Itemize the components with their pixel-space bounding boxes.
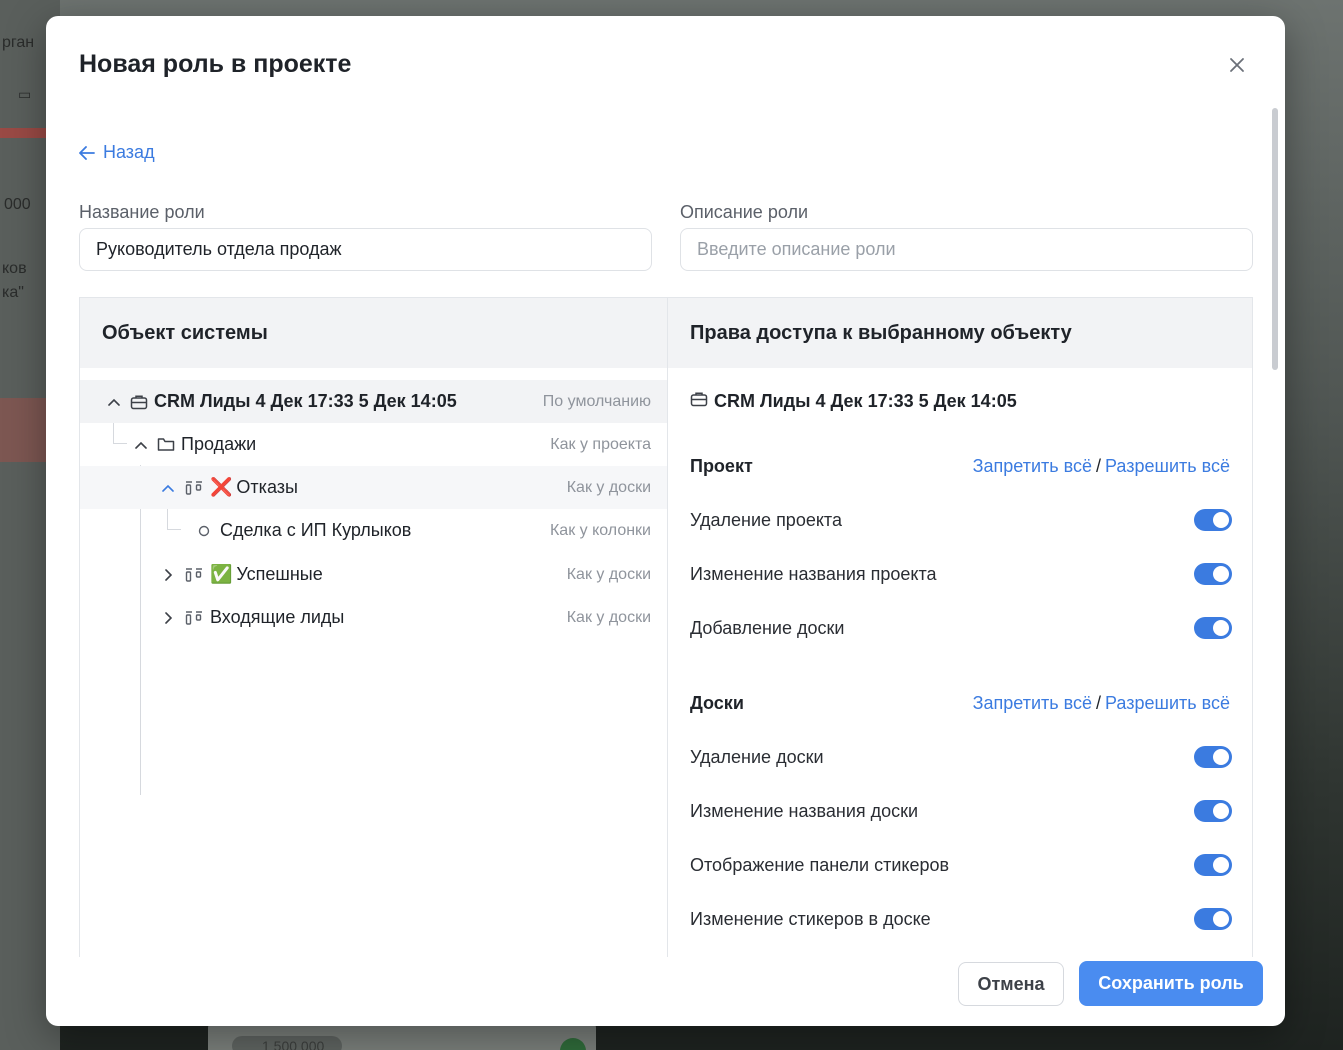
permission-row: Удаление проекта xyxy=(690,505,1232,535)
permission-row: Удаление доски xyxy=(690,742,1232,772)
actions-separator: / xyxy=(1096,693,1102,713)
permission-label: Изменение стикеров в доске xyxy=(690,908,931,929)
new-role-modal: Новая роль в проекте Назад Название роли… xyxy=(46,16,1285,1026)
tree-row-label: CRM Лиды 4 Дек 17:33 5 Дек 14:05 xyxy=(154,391,457,411)
role-description-input[interactable]: Введите описание роли xyxy=(680,228,1253,271)
board-icon xyxy=(184,610,204,626)
tree-row-label: Сделка с ИП Курлыков xyxy=(220,520,412,540)
briefcase-icon xyxy=(690,391,708,412)
cross-mark-icon: ❌ xyxy=(210,477,233,497)
section-actions-project: Запретить всё / Разрешить всё xyxy=(973,456,1230,477)
permission-label: Изменение названия доски xyxy=(690,800,919,821)
close-icon xyxy=(1230,58,1244,72)
permission-label: Изменение названия проекта xyxy=(690,563,937,584)
tree-row-board[interactable]: ✅ Успешные Как у доски xyxy=(80,553,667,596)
tree-row-tag: Как у колонки xyxy=(549,521,651,539)
chevron-up-icon[interactable] xyxy=(160,480,176,496)
arrow-left-icon xyxy=(79,145,95,160)
check-mark-icon: ✅ xyxy=(210,564,233,584)
allow-all-boards-link[interactable]: Разрешить всё xyxy=(1105,693,1230,713)
tree-row-label: Успешные xyxy=(236,564,323,584)
permission-row: Отображение панели стикеров xyxy=(690,850,1232,880)
modal-title: Новая роль в проекте xyxy=(79,50,352,78)
briefcase-icon xyxy=(130,394,148,410)
background-text: ка" xyxy=(2,284,24,301)
board-icon xyxy=(184,567,204,583)
tree-row-project[interactable]: CRM Лиды 4 Дек 17:33 5 Дек 14:05 По умол… xyxy=(80,380,667,423)
actions-separator: / xyxy=(1096,456,1102,476)
permission-label: Удаление проекта xyxy=(690,509,842,530)
permission-label: Удаление доски xyxy=(690,746,824,767)
tree-row-board[interactable]: ❌ Отказы Как у доски xyxy=(80,466,667,509)
modal-scrollbar-thumb[interactable] xyxy=(1272,108,1278,370)
selected-object-label: CRM Лиды 4 Дек 17:33 5 Дек 14:05 xyxy=(714,391,1017,411)
circle-icon xyxy=(198,525,210,537)
background-text: ков xyxy=(2,260,27,277)
tree-row-label: Входящие лиды xyxy=(210,607,345,627)
tree-row-tag: Как у доски xyxy=(566,478,651,496)
permissions-panel: Права доступа к выбранному объекту CRM Л… xyxy=(667,297,1253,957)
system-object-header: Объект системы xyxy=(80,298,667,368)
back-link[interactable]: Назад xyxy=(79,142,155,163)
tree-row-tag: Как у доски xyxy=(566,608,651,626)
permission-row: Изменение стикеров в доске xyxy=(690,904,1232,934)
permission-toggle[interactable] xyxy=(1194,617,1232,639)
permission-row: Изменение названия доски xyxy=(690,796,1232,826)
tree-row-tag: Как у доски xyxy=(566,565,651,583)
background-text: рган xyxy=(2,34,35,51)
chevron-right-icon[interactable] xyxy=(160,567,176,583)
section-title-project: Проект xyxy=(690,456,753,476)
permission-toggle[interactable] xyxy=(1194,563,1232,585)
tree-row-board[interactable]: Входящие лиды Как у доски xyxy=(80,596,667,639)
tree-row-tag: По умолчанию xyxy=(542,392,651,410)
deny-all-project-link[interactable]: Запретить всё xyxy=(973,456,1092,476)
deny-all-boards-link[interactable]: Запретить всё xyxy=(973,693,1092,713)
folder-icon xyxy=(157,437,175,452)
chevron-right-icon[interactable] xyxy=(160,610,176,626)
tree-row-label: Продажи xyxy=(181,434,257,454)
permission-row: Изменение названия проекта xyxy=(690,559,1232,589)
role-description-label: Описание роли xyxy=(680,202,809,222)
background-bar xyxy=(0,128,50,138)
close-button[interactable] xyxy=(1224,52,1250,78)
chevron-up-icon[interactable] xyxy=(106,394,122,410)
background-block xyxy=(0,398,50,462)
chevron-up-icon[interactable] xyxy=(133,437,149,453)
background-text: 000 xyxy=(4,196,31,213)
system-object-panel: Объект системы CRM Лиды 4 Дек 17:33 5 Де… xyxy=(79,297,667,957)
tree-row-label: Отказы xyxy=(236,477,298,497)
role-name-label: Название роли xyxy=(79,202,205,222)
tree-row-folder[interactable]: Продажи Как у проекта xyxy=(80,423,667,466)
permission-toggle[interactable] xyxy=(1194,746,1232,768)
cancel-button[interactable]: Отмена xyxy=(958,962,1064,1006)
permission-toggle[interactable] xyxy=(1194,800,1232,822)
tree-row-tag: Как у проекта xyxy=(550,435,651,453)
background-card-value: 1 500 000 xyxy=(262,1038,325,1050)
permission-toggle[interactable] xyxy=(1194,509,1232,531)
back-link-label: Назад xyxy=(103,142,155,162)
role-name-input[interactable]: Руководитель отдела продаж xyxy=(79,228,652,271)
permission-toggle[interactable] xyxy=(1194,854,1232,876)
selected-object-title: CRM Лиды 4 Дек 17:33 5 Дек 14:05 xyxy=(690,391,1017,412)
save-role-button[interactable]: Сохранить роль xyxy=(1079,961,1263,1006)
permission-label: Отображение панели стикеров xyxy=(690,854,950,875)
permissions-header: Права доступа к выбранному объекту xyxy=(668,298,1252,368)
section-actions-boards: Запретить всё / Разрешить всё xyxy=(973,693,1230,714)
permission-row: Добавление доски xyxy=(690,613,1232,643)
tree-row-deal[interactable]: Сделка с ИП Курлыков Как у колонки xyxy=(80,509,667,552)
monitor-icon: ▭ xyxy=(18,86,32,102)
board-icon xyxy=(184,480,204,496)
allow-all-project-link[interactable]: Разрешить всё xyxy=(1105,456,1230,476)
section-title-boards: Доски xyxy=(690,693,744,713)
permission-label: Добавление доски xyxy=(690,617,845,638)
permission-toggle[interactable] xyxy=(1194,908,1232,930)
